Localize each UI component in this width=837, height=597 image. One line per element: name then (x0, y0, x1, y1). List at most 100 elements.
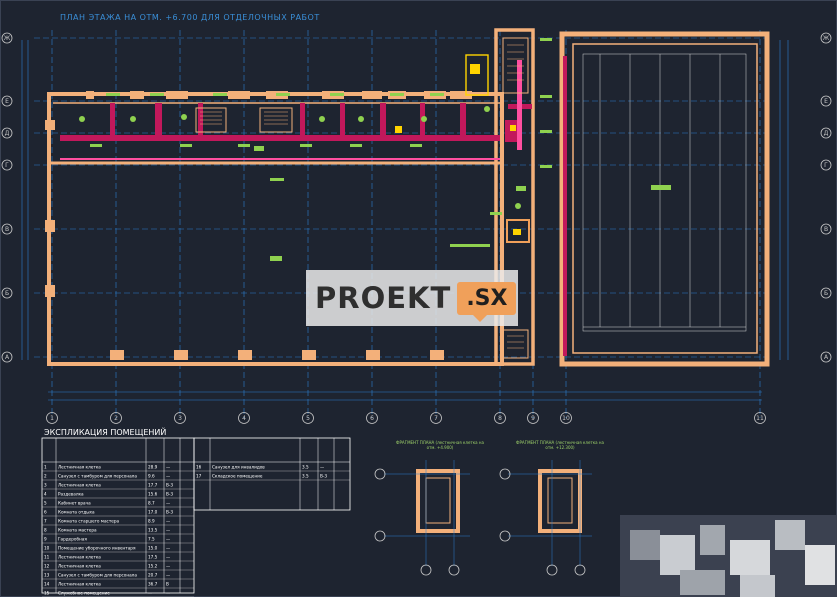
legend-cell-name: Комната старшего мастера (58, 519, 120, 524)
legend-cell-num: 15 (44, 591, 50, 596)
legend-cell-num: 13 (44, 573, 50, 578)
row-axis-label: Е (5, 98, 9, 105)
pixelated-blur-block (620, 515, 837, 597)
legend-cell-name: Кабинет врача (58, 501, 91, 506)
column-axis-label: 9 (531, 415, 535, 422)
column-axis-label: 5 (306, 415, 310, 422)
row-axis-label: Г (824, 162, 828, 169)
row-axis-label: Ж (4, 35, 11, 42)
fragment-title-2: ФРАГМЕНТ ПЛАНА (лестничная клетка на отм… (516, 440, 604, 450)
legend-cell-name: Санузел с тамбуром для персонала (58, 573, 137, 578)
hall-floor-pattern (582, 53, 747, 332)
row-axis-label: Д (824, 130, 829, 137)
axis-bubbles-left (1, 32, 13, 363)
legend-cell-num: 14 (44, 582, 50, 587)
legend-cell-cat: В-3 (166, 492, 173, 497)
column-axis-label: 4 (242, 415, 246, 422)
legend-cell-cat: — (166, 474, 170, 479)
legend-cell-area: 15.2 (148, 564, 158, 569)
row-axis-label: Б (824, 290, 828, 297)
legend-cell-area: 15.0 (148, 546, 158, 551)
row-axis-label: Е (824, 98, 828, 105)
fragment-title-1: ФРАГМЕНТ ПЛАНА (лестничная клетка на отм… (396, 440, 484, 450)
column-axis-label: 11 (756, 415, 764, 422)
legend-cell-name: Лестничная клетка (58, 555, 101, 560)
row-axis-label: В (5, 226, 9, 233)
legend-cell-cat: — (166, 546, 170, 551)
column-axis-label: 3 (178, 415, 182, 422)
legend-cell-num: 6 (44, 510, 47, 515)
legend-cell-area: 17.5 (148, 555, 158, 560)
legend-cell-num: 3 (44, 483, 47, 488)
legend-cell-name: Помещение уборочного инвентаря (58, 546, 136, 551)
row-axis-label: Д (5, 130, 10, 137)
legend-cell-num: 7 (44, 519, 47, 524)
column-axis-label: 2 (114, 415, 118, 422)
legend-cell-area: 8.7 (148, 501, 155, 506)
legend-cell-cat: — (166, 528, 170, 533)
row-axis-label: А (5, 354, 10, 361)
legend-cell-num: 17 (196, 474, 202, 479)
legend-cell-name: Гардеробная (58, 537, 87, 542)
fragment-plan-1 (374, 460, 470, 576)
legend-cell-cat: — (166, 555, 170, 560)
legend-cell-name: Лестничная клетка (58, 483, 101, 488)
legend-cell-cat: — (320, 465, 324, 470)
row-axis-label: В (824, 226, 828, 233)
axis-grid (34, 30, 765, 418)
row-axis-label: Ж (823, 35, 830, 42)
row-axis-label: Б (5, 290, 9, 297)
legend-cell-num: 9 (44, 537, 47, 542)
legend-cell-cat: В (166, 582, 169, 587)
legend-cell-num: 16 (196, 465, 202, 470)
row-axis-label: А (824, 354, 829, 361)
column-axis-label: 6 (370, 415, 374, 422)
legend-cell-cat: В-3 (166, 483, 173, 488)
legend-cell-cat: — (166, 573, 170, 578)
legend-cell-name: Складское помещение (212, 474, 263, 479)
legend-cell-name: Раздевалка (58, 492, 84, 497)
legend-cell-name: Санузел для инвалидов (212, 465, 265, 470)
legend-cell-area: 3.5 (302, 474, 309, 479)
legend-cell-area: 36.7 (148, 582, 158, 587)
column-axis-label: 8 (498, 415, 502, 422)
column-axis-label: 10 (562, 415, 570, 422)
legend-cell-name: Лестничная клетка (58, 564, 101, 569)
legend-cell-name: Лестничная клетка (58, 582, 101, 587)
legend-cell-area: 20.7 (148, 573, 158, 578)
legend-cell-area: 17.0 (148, 510, 158, 515)
legend-cell-name: Комната мастера (58, 528, 97, 533)
legend-cell-cat: — (166, 591, 170, 596)
legend-cell-area: — (148, 591, 152, 596)
axis-bubbles-bottom (46, 412, 766, 424)
legend-cell-num: 2 (44, 474, 47, 479)
legend-table: 1 Лестничная клетка 28.9 — 2 Санузел с тамбур… (41, 437, 351, 597)
legend-cell-num: 1 (44, 465, 47, 470)
legend-cell-area: 15.6 (148, 492, 158, 497)
legend-cell-cat: — (166, 519, 170, 524)
legend-cell-num: 12 (44, 564, 50, 569)
legend-cell-cat: — (166, 501, 170, 506)
drawing-title: ПЛАН ЭТАЖА НА ОТМ. +6.700 ДЛЯ ОТДЕЛОЧНЫХ… (60, 13, 320, 22)
legend-cell-cat: — (166, 537, 170, 542)
legend-cell-area: 13.5 (148, 528, 158, 533)
corridor-doors (60, 60, 522, 160)
legend-cell-name: Комната отдыха (58, 510, 95, 515)
legend-cell-num: 5 (44, 501, 47, 506)
legend-cell-name: Санузел с тамбуром для персонала (58, 474, 137, 479)
legend-cell-num: 10 (44, 546, 50, 551)
legend-cell-area: 9.6 (148, 474, 155, 479)
watermark-brand: PROEKT (315, 281, 452, 315)
column-axis-label: 1 (50, 415, 54, 422)
watermark-suffix: .SX (457, 281, 517, 322)
fragment-plan-2 (499, 460, 592, 576)
legend-cell-name: Служебное помещение (58, 591, 110, 596)
legend-cell-cat: В-3 (166, 510, 173, 515)
legend-cell-area: 17.7 (148, 483, 158, 488)
legend-title: ЭКСПЛИКАЦИЯ ПОМЕЩЕНИЙ (44, 428, 167, 437)
column-axis-label: 7 (434, 415, 438, 422)
row-axis-label: Г (5, 162, 9, 169)
legend-cell-num: 4 (44, 492, 47, 497)
watermark-banner: PROEKT .SX (306, 270, 518, 326)
legend-cell-area: 8.9 (148, 519, 155, 524)
